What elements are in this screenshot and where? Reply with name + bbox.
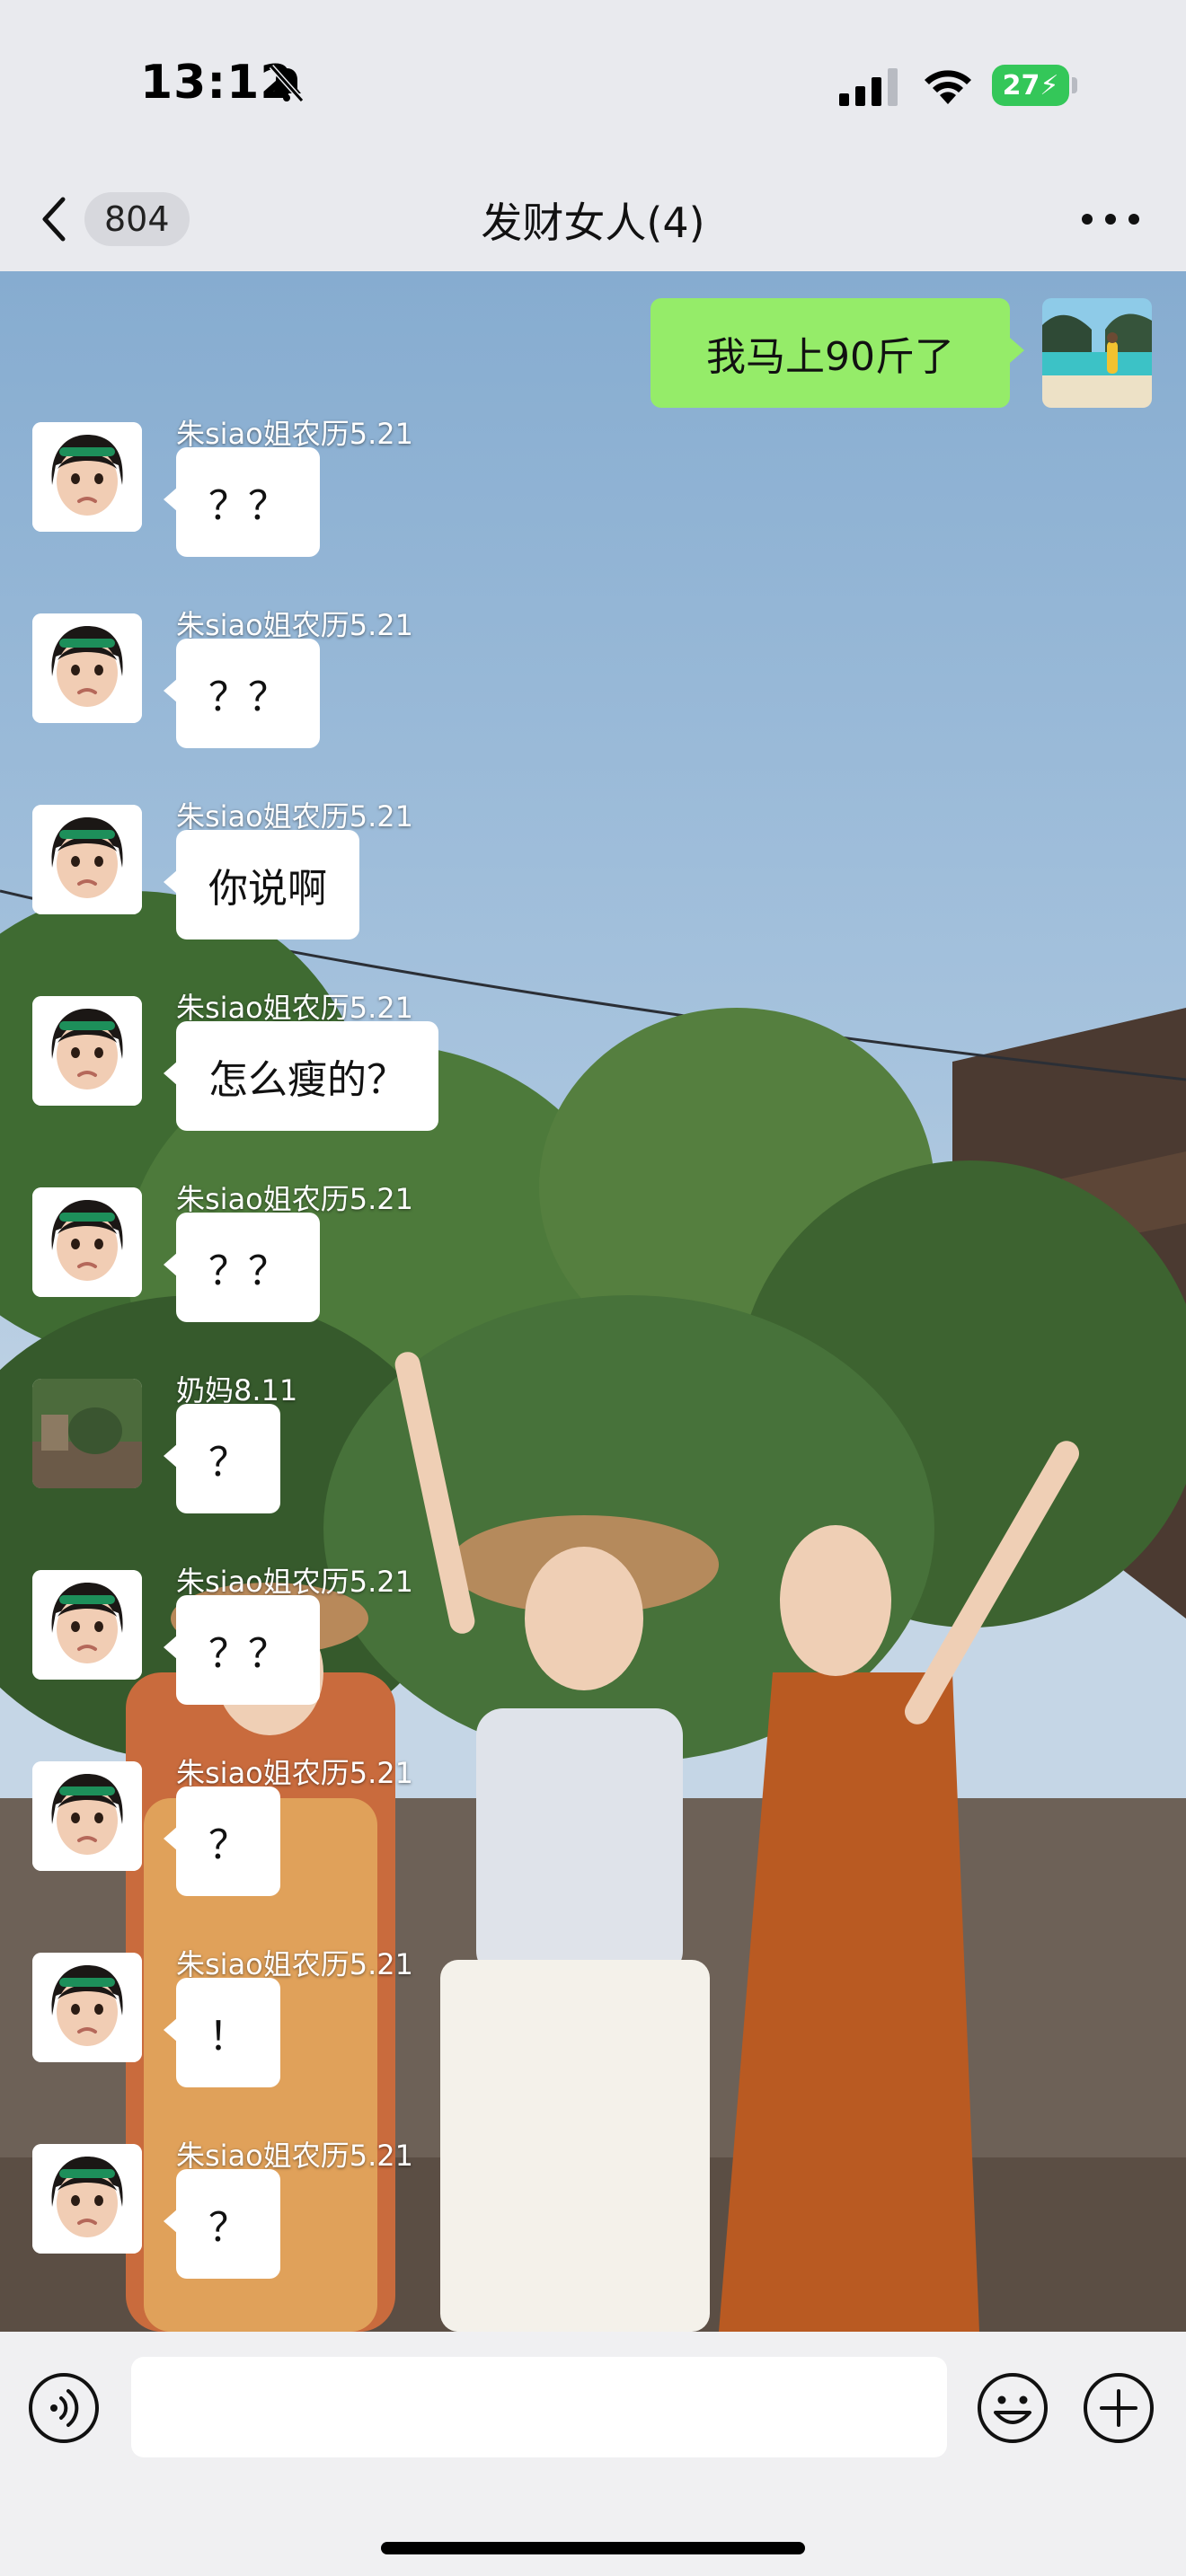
baby-face-icon bbox=[32, 805, 142, 914]
cellular-signal-icon bbox=[839, 68, 898, 106]
message-bubble[interactable]: ？ bbox=[164, 1404, 280, 1513]
unread-count-badge: 804 bbox=[84, 192, 190, 246]
message-bubble[interactable]: 怎么瘦的？ bbox=[164, 1021, 438, 1131]
sender-avatar[interactable] bbox=[32, 1379, 142, 1488]
chat-area[interactable]: 我马上90斤了 朱siao姐农历5.21 ？？ 朱siao姐农历5.21 ？？ bbox=[0, 271, 1186, 2332]
voice-icon[interactable] bbox=[27, 2371, 101, 2445]
self-message-bubble[interactable]: 我马上90斤了 bbox=[651, 298, 1024, 408]
beach-photo-icon bbox=[1042, 298, 1152, 408]
message-bubble[interactable]: ？？ bbox=[164, 639, 320, 748]
input-bar bbox=[0, 2332, 1186, 2576]
baby-face-icon bbox=[32, 996, 142, 1106]
baby-face-icon bbox=[32, 1761, 142, 1871]
baby-face-icon bbox=[32, 1570, 142, 1680]
photo-avatar-icon bbox=[32, 1379, 142, 1488]
sender-avatar[interactable] bbox=[32, 805, 142, 914]
message-bubble[interactable]: ！ bbox=[164, 1978, 280, 2087]
back-button[interactable]: 804 bbox=[36, 183, 198, 255]
sender-avatar[interactable] bbox=[32, 1187, 142, 1297]
status-bar: 13:12 27 ⚡ bbox=[0, 0, 1186, 171]
sender-avatar[interactable] bbox=[32, 1570, 142, 1680]
chevron-left-icon bbox=[42, 197, 66, 242]
baby-face-icon bbox=[32, 2144, 142, 2254]
battery-level: 27 bbox=[1002, 69, 1040, 101]
sender-avatar[interactable] bbox=[32, 996, 142, 1106]
baby-face-icon bbox=[32, 422, 142, 532]
emoji-icon[interactable] bbox=[976, 2371, 1049, 2445]
self-avatar[interactable] bbox=[1042, 298, 1152, 408]
sender-avatar[interactable] bbox=[32, 613, 142, 723]
sender-avatar[interactable] bbox=[32, 1761, 142, 1871]
message-bubble[interactable]: ？ bbox=[164, 1786, 280, 1896]
message-bubble[interactable]: ？？ bbox=[164, 1213, 320, 1322]
more-dots-icon[interactable] bbox=[1075, 201, 1146, 237]
nav-bar: 804 发财女人(4) bbox=[0, 171, 1186, 271]
baby-face-icon bbox=[32, 1187, 142, 1297]
home-indicator bbox=[381, 2542, 805, 2554]
message-bubble[interactable]: ？ bbox=[164, 2169, 280, 2279]
message-input[interactable] bbox=[131, 2357, 947, 2457]
sender-avatar[interactable] bbox=[32, 422, 142, 532]
message-bubble[interactable]: ？？ bbox=[164, 447, 320, 557]
bell-slash-icon bbox=[269, 64, 305, 103]
bolt-icon: ⚡ bbox=[1040, 69, 1059, 101]
message-bubble[interactable]: 你说啊 bbox=[164, 830, 359, 940]
chat-title: 发财女人(4) bbox=[481, 198, 705, 247]
battery-nub bbox=[1072, 77, 1077, 93]
baby-face-icon bbox=[32, 1953, 142, 2062]
message-bubble[interactable]: ？？ bbox=[164, 1595, 320, 1705]
sender-avatar[interactable] bbox=[32, 1953, 142, 2062]
sender-avatar[interactable] bbox=[32, 2144, 142, 2254]
wifi-icon bbox=[925, 70, 971, 104]
battery-charging-icon: 27 ⚡ bbox=[992, 65, 1069, 106]
plus-icon[interactable] bbox=[1082, 2371, 1155, 2445]
baby-face-icon bbox=[32, 613, 142, 723]
